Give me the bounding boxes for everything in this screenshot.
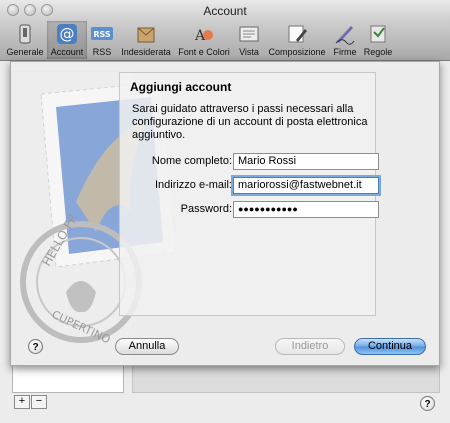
full-name-label: Nome completo: xyxy=(151,155,232,167)
add-account-button[interactable]: + xyxy=(14,395,30,409)
sheet-description: Sarai guidato attraverso i passi necessa… xyxy=(132,103,368,141)
rules-icon xyxy=(370,25,386,43)
add-account-sheet: HELLO FR CUPERTINO Aggiungi account Sara… xyxy=(10,61,440,366)
tab-account[interactable]: @ Account xyxy=(47,21,87,59)
tab-regole[interactable]: Regole xyxy=(362,21,394,59)
tab-font-e-colori[interactable]: A Font e Colori xyxy=(176,21,232,59)
tab-label: Regole xyxy=(363,47,393,57)
tab-label: RSS xyxy=(92,47,112,57)
preferences-toolbar: Generale @ Account RSS RSS Indesiderata … xyxy=(0,20,450,61)
tab-label: Font e Colori xyxy=(178,47,230,57)
add-account-panel: Aggiungi account Sarai guidato attravers… xyxy=(119,72,379,316)
full-name-field[interactable]: Mario Rossi xyxy=(233,153,379,170)
tab-indesiderata[interactable]: Indesiderata xyxy=(118,21,174,59)
tab-label: Account xyxy=(50,47,84,57)
tab-firme[interactable]: Firme xyxy=(330,21,360,59)
window-title: Account xyxy=(203,4,247,18)
password-field[interactable]: ●●●●●●●●●●● xyxy=(233,201,379,218)
tab-rss[interactable]: RSS RSS xyxy=(88,21,116,59)
sheet-help-button[interactable]: ? xyxy=(28,339,43,354)
sheet-title: Aggiungi account xyxy=(130,80,232,94)
fonts-colors-icon: A xyxy=(194,28,213,44)
svg-text:RSS: RSS xyxy=(93,30,111,39)
remove-account-button[interactable]: − xyxy=(31,395,47,409)
viewing-icon xyxy=(239,26,259,42)
password-label: Password: xyxy=(180,203,232,215)
tab-label: Firme xyxy=(333,47,357,57)
title-bar: Account xyxy=(0,0,450,20)
back-button[interactable]: Indietro xyxy=(275,338,345,355)
svg-text:@: @ xyxy=(60,25,75,43)
preferences-window: Account Generale @ Account RSS RSS Indes… xyxy=(0,0,450,423)
email-field[interactable]: mariorossi@fastwebnet.it xyxy=(233,177,379,194)
cancel-button[interactable]: Annulla xyxy=(115,338,179,355)
at-sign-icon: @ xyxy=(57,24,77,44)
junk-mail-icon xyxy=(137,27,155,43)
tab-composizione[interactable]: Composizione xyxy=(266,21,328,59)
email-label: Indirizzo e-mail: xyxy=(154,179,232,191)
tab-generale[interactable]: Generale xyxy=(4,21,46,59)
tab-label: Indesiderata xyxy=(121,47,171,57)
tab-label: Vista xyxy=(239,47,259,57)
rss-icon: RSS xyxy=(91,27,113,40)
switch-icon xyxy=(19,24,31,44)
signatures-icon xyxy=(335,26,355,45)
composing-icon xyxy=(288,25,307,43)
help-button[interactable]: ? xyxy=(420,396,435,411)
continue-button[interactable]: Continua xyxy=(354,338,426,355)
tab-label: Generale xyxy=(6,47,44,57)
tab-vista[interactable]: Vista xyxy=(234,21,264,59)
tab-label: Composizione xyxy=(268,47,326,57)
